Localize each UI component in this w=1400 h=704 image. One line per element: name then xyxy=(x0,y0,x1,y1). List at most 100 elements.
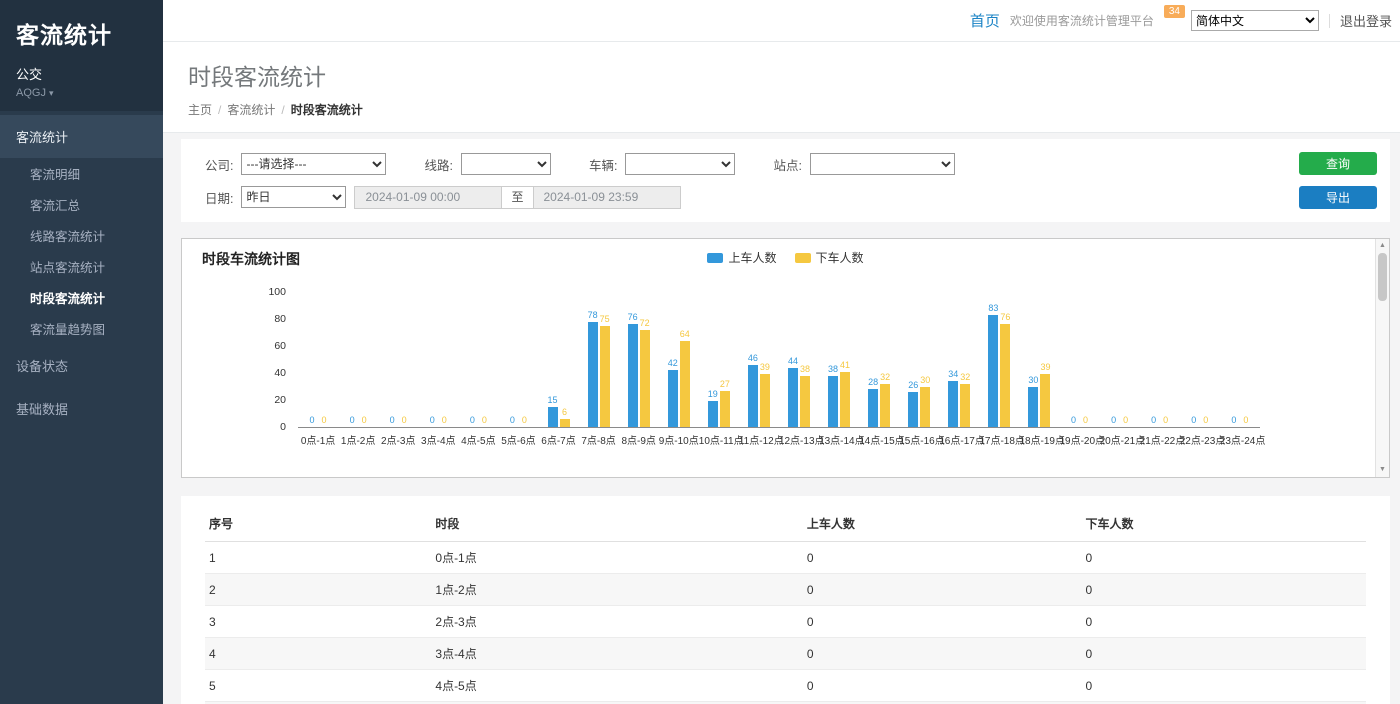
home-link[interactable]: 首页 xyxy=(970,10,1000,31)
scroll-down-icon[interactable]: ▼ xyxy=(1379,465,1386,475)
x-axis-label: 6点-7点 xyxy=(538,432,578,447)
page-title: 时段客流统计 xyxy=(188,58,1375,92)
bar-cell: 6 xyxy=(560,407,570,427)
bar-cell: 0 xyxy=(507,415,517,427)
bar xyxy=(748,365,758,427)
bar xyxy=(1040,374,1050,427)
bar-cell: 0 xyxy=(1161,415,1171,427)
bar-value-label: 0 xyxy=(310,415,315,426)
scroll-up-icon[interactable]: ▲ xyxy=(1379,241,1386,251)
bar-cell: 0 xyxy=(479,415,489,427)
page-heading: 时段客流统计 主页/客流统计/时段客流统计 xyxy=(163,42,1400,133)
table-cell: 0 xyxy=(1082,606,1366,638)
language-select[interactable]: 简体中文 xyxy=(1191,10,1319,31)
date-from-input[interactable] xyxy=(354,186,502,209)
line-select[interactable] xyxy=(461,153,551,175)
bar-value-label: 39 xyxy=(760,362,770,373)
bar-cell: 0 xyxy=(1189,415,1199,427)
bar-value-label: 72 xyxy=(640,318,650,329)
bar-value-label: 0 xyxy=(362,415,367,426)
chart-scrollbar[interactable]: ▲ ▼ xyxy=(1375,239,1389,477)
bar xyxy=(600,326,610,427)
sidebar-item[interactable]: 客流汇总 xyxy=(0,189,163,220)
user-dropdown[interactable]: AQGJ▾ xyxy=(16,87,147,99)
bar-value-label: 0 xyxy=(522,415,527,426)
bar-group: 7672 xyxy=(619,312,659,427)
date-preset-select[interactable]: 昨日 xyxy=(241,186,346,208)
data-table-panel: 序号时段上车人数下车人数 10点-1点0021点-2点0032点-3点0043点… xyxy=(181,496,1390,704)
table-cell: 1 xyxy=(205,542,431,574)
bar-value-label: 0 xyxy=(430,415,435,426)
sidebar: 客流统计 公交 AQGJ▾ 客流统计客流明细客流汇总线路客流统计站点客流统计时段… xyxy=(0,0,163,704)
sidebar-item[interactable]: 线路客流统计 xyxy=(0,220,163,251)
logout-link[interactable]: 退出登录 xyxy=(1340,11,1392,30)
bar-group: 00 xyxy=(1180,415,1220,427)
export-button[interactable]: 导出 xyxy=(1299,186,1377,209)
x-axis-label: 16点-17点 xyxy=(939,432,979,447)
sidebar-item[interactable]: 客流量趋势图 xyxy=(0,313,163,344)
sidebar-item[interactable]: 站点客流统计 xyxy=(0,251,163,282)
bar xyxy=(840,372,850,427)
sidebar-item[interactable]: 客流明细 xyxy=(0,158,163,189)
bar-cell: 72 xyxy=(640,318,650,427)
bar-value-label: 0 xyxy=(390,415,395,426)
bar-plot: 0000000000001567875767242641927463944383… xyxy=(298,293,1260,428)
user-name: AQGJ xyxy=(16,87,46,99)
bar-group: 7875 xyxy=(579,310,619,427)
bar xyxy=(708,401,718,427)
bar-cell: 0 xyxy=(359,415,369,427)
vehicle-label: 车辆: xyxy=(589,155,617,174)
company-select[interactable]: ---请选择--- xyxy=(241,153,386,175)
date-to-input[interactable] xyxy=(533,186,681,209)
bar-group: 00 xyxy=(458,415,498,427)
data-table: 序号时段上车人数下车人数 10点-1点0021点-2点0032点-3点0043点… xyxy=(205,506,1366,704)
bar-cell: 15 xyxy=(548,395,558,427)
bar-group: 00 xyxy=(1220,415,1260,427)
breadcrumb-item[interactable]: 客流统计 xyxy=(227,103,275,117)
vehicle-select[interactable] xyxy=(625,153,735,175)
bar-cell: 0 xyxy=(399,415,409,427)
bar-value-label: 0 xyxy=(1123,415,1128,426)
breadcrumb-separator: / xyxy=(218,103,221,117)
chevron-down-icon: ▾ xyxy=(49,88,54,98)
table-cell: 0 xyxy=(1082,542,1366,574)
y-axis-tick: 60 xyxy=(274,340,286,352)
scrollbar-thumb[interactable] xyxy=(1378,253,1387,301)
bar-value-label: 0 xyxy=(1231,415,1236,426)
plot-wrap: 0000000000001567875767242641927463944383… xyxy=(298,293,1260,447)
bar-value-label: 30 xyxy=(1028,375,1038,386)
sidebar-item[interactable]: 时段客流统计 xyxy=(0,282,163,313)
bar-group: 00 xyxy=(418,415,458,427)
filter-row-date: 日期: 昨日 至 xyxy=(205,185,1366,209)
sidebar-section[interactable]: 基础数据 xyxy=(0,387,163,430)
x-axis-labels: 0点-1点1点-2点2点-3点3点-4点4点-5点5点-6点6点-7点7点-8点… xyxy=(298,432,1260,447)
bar-cell: 44 xyxy=(788,356,798,427)
chart-area: 020406080100 000000000000156787576724264… xyxy=(202,293,1260,447)
bar-value-label: 27 xyxy=(720,379,730,390)
y-axis-tick: 20 xyxy=(274,394,286,406)
station-select[interactable] xyxy=(810,153,955,175)
bar-value-label: 0 xyxy=(442,415,447,426)
sidebar-section[interactable]: 客流统计 xyxy=(0,115,163,158)
bar-group: 4264 xyxy=(659,329,699,427)
bar xyxy=(668,370,678,427)
bar-group: 00 xyxy=(1059,415,1099,427)
bar-cell: 64 xyxy=(680,329,690,427)
x-axis-label: 10点-11点 xyxy=(699,432,739,447)
notification-badge[interactable]: 34 xyxy=(1164,5,1185,18)
bar-value-label: 0 xyxy=(1163,415,1168,426)
breadcrumb-item[interactable]: 主页 xyxy=(188,103,212,117)
table-cell: 0 xyxy=(803,670,1082,702)
bar-group: 3841 xyxy=(819,360,859,427)
bar-value-label: 0 xyxy=(470,415,475,426)
filter-buttons: 查询 导出 xyxy=(1299,152,1377,209)
y-axis-tick: 100 xyxy=(268,286,286,298)
sidebar-section[interactable]: 设备状态 xyxy=(0,344,163,387)
bar-group: 00 xyxy=(338,415,378,427)
query-button[interactable]: 查询 xyxy=(1299,152,1377,175)
bar-group: 00 xyxy=(1140,415,1180,427)
bar-value-label: 0 xyxy=(1243,415,1248,426)
breadcrumb: 主页/客流统计/时段客流统计 xyxy=(188,101,1375,118)
bar-value-label: 0 xyxy=(482,415,487,426)
filter-panel: 公司: ---请选择--- 线路: 车辆: 站点: 日期: 昨日 至 xyxy=(181,139,1390,222)
